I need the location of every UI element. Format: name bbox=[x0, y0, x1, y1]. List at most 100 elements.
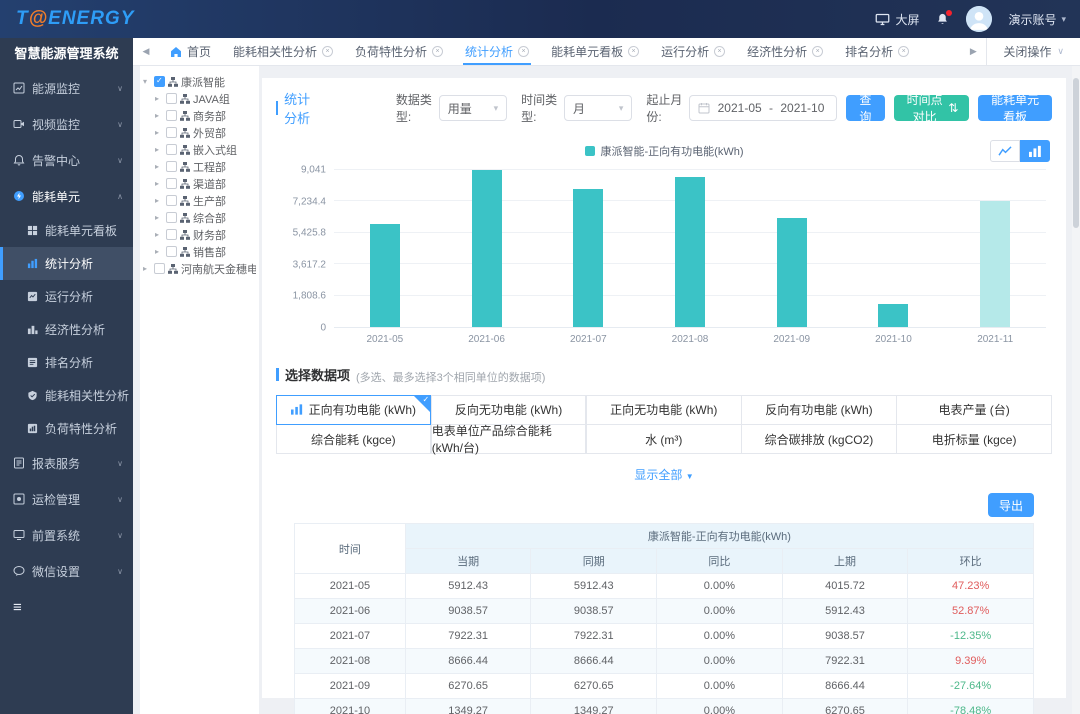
tile-comprehensive-energy[interactable]: 综合能耗 (kgce) bbox=[276, 424, 432, 454]
tree-expand-icon[interactable]: ▸ bbox=[143, 264, 151, 273]
sidebar-item-report-service[interactable]: 报表服务 ∨ bbox=[0, 445, 133, 481]
big-screen-button[interactable]: 大屏 bbox=[875, 11, 919, 28]
tile-reverse-active-energy[interactable]: 反向有功电能 (kWh) bbox=[741, 395, 897, 425]
sidebar-item-run-analysis[interactable]: 运行分析 bbox=[0, 280, 133, 313]
tab-unit-board[interactable]: 能耗单元看板× bbox=[540, 38, 650, 65]
tree-node[interactable]: ▸生产部 bbox=[143, 192, 256, 209]
tab-run-analysis[interactable]: 运行分析× bbox=[650, 38, 736, 65]
tree-node[interactable]: ▸销售部 bbox=[143, 243, 256, 260]
tile-electric-standard[interactable]: 电折标量 (kgce) bbox=[896, 424, 1052, 454]
tree-expand-icon[interactable]: ▸ bbox=[155, 145, 163, 154]
tab-correlation-analysis[interactable]: 能耗相关性分析× bbox=[222, 38, 344, 65]
query-button[interactable]: 查询 bbox=[846, 95, 885, 121]
sidebar-item-economic-analysis[interactable]: 经济性分析 bbox=[0, 313, 133, 346]
tab-home[interactable]: 首页 bbox=[159, 38, 222, 65]
tree-node[interactable]: ▸嵌入式组 bbox=[143, 141, 256, 158]
bar-2021-08[interactable] bbox=[675, 177, 705, 327]
close-operations-dropdown[interactable]: 关闭操作 ∨ bbox=[986, 38, 1080, 65]
tree-expand-icon[interactable]: ▸ bbox=[155, 111, 163, 120]
tile-reverse-reactive-energy[interactable]: 反向无功电能 (kWh) bbox=[431, 395, 587, 425]
show-all-link[interactable]: 显示全部 ▼ bbox=[276, 466, 1052, 483]
tree-expand-icon[interactable]: ▸ bbox=[155, 213, 163, 222]
month-range-picker[interactable]: 2021-05 - 2021-10 bbox=[689, 95, 836, 121]
close-icon[interactable]: × bbox=[432, 46, 443, 57]
tree-checkbox[interactable] bbox=[166, 127, 177, 138]
tree-checkbox[interactable] bbox=[166, 229, 177, 240]
tile-unit-product-energy[interactable]: 电表单位产品综合能耗 (kWh/台) bbox=[431, 424, 587, 454]
sidebar-collapse-button[interactable]: ≡ bbox=[0, 589, 133, 616]
tree-checkbox[interactable] bbox=[166, 246, 177, 257]
tile-forward-active-energy[interactable]: 正向有功电能 (kWh) ✓ bbox=[276, 395, 432, 425]
time-type-select[interactable]: 月 ▾ bbox=[564, 95, 632, 121]
close-icon[interactable]: × bbox=[714, 46, 725, 57]
tree-node[interactable]: ▸外贸部 bbox=[143, 124, 256, 141]
tree-expand-icon[interactable]: ▾ bbox=[143, 77, 151, 86]
sidebar-item-ranking-analysis[interactable]: 排名分析 bbox=[0, 346, 133, 379]
tile-forward-reactive-energy[interactable]: 正向无功电能 (kWh) bbox=[586, 395, 742, 425]
tree-checkbox[interactable] bbox=[166, 195, 177, 206]
vertical-scrollbar[interactable] bbox=[1072, 66, 1080, 714]
close-icon[interactable]: × bbox=[518, 46, 529, 57]
notifications-button[interactable] bbox=[935, 12, 950, 27]
tab-load-analysis[interactable]: 负荷特性分析× bbox=[344, 38, 454, 65]
unit-board-button[interactable]: 能耗单元看板 bbox=[978, 95, 1052, 121]
tree-node[interactable]: ▸商务部 bbox=[143, 107, 256, 124]
time-compare-button[interactable]: 时间点对比 ⇅ bbox=[894, 95, 969, 121]
tree-node-root2[interactable]: ▸ 河南航天金穗电子有 bbox=[143, 260, 256, 277]
close-icon[interactable]: × bbox=[322, 46, 333, 57]
tree-expand-icon[interactable]: ▸ bbox=[155, 196, 163, 205]
sidebar-item-load-analysis[interactable]: 负荷特性分析 bbox=[0, 412, 133, 445]
sidebar-item-front-system[interactable]: 前置系统 ∨ bbox=[0, 517, 133, 553]
scrollbar-thumb[interactable] bbox=[1073, 78, 1079, 228]
range-start-value[interactable]: 2021-05 bbox=[714, 101, 765, 115]
bar-2021-11[interactable] bbox=[980, 201, 1010, 327]
tab-statistic-analysis[interactable]: 统计分析× bbox=[454, 38, 540, 65]
chart-legend[interactable]: 康派智能-正向有功电能(kWh) bbox=[276, 143, 1052, 159]
tile-meter-output[interactable]: 电表产量 (台) bbox=[896, 395, 1052, 425]
tile-carbon-emission[interactable]: 综合碳排放 (kgCO2) bbox=[741, 424, 897, 454]
close-icon[interactable]: × bbox=[898, 46, 909, 57]
sidebar-item-correlation-analysis[interactable]: 能耗相关性分析 bbox=[0, 379, 133, 412]
tree-checkbox[interactable] bbox=[154, 76, 165, 87]
sidebar-item-maintenance[interactable]: 运检管理 ∨ bbox=[0, 481, 133, 517]
tabs-scroll-right-button[interactable]: ▶ bbox=[960, 38, 986, 65]
bar-2021-09[interactable] bbox=[777, 218, 807, 327]
tree-expand-icon[interactable]: ▸ bbox=[155, 162, 163, 171]
bar-2021-07[interactable] bbox=[573, 189, 603, 327]
sidebar-item-unit-board[interactable]: 能耗单元看板 bbox=[0, 214, 133, 247]
avatar[interactable] bbox=[966, 6, 992, 32]
tab-ranking-analysis[interactable]: 排名分析× bbox=[834, 38, 920, 65]
close-icon[interactable]: × bbox=[812, 46, 823, 57]
tree-expand-icon[interactable]: ▸ bbox=[155, 94, 163, 103]
sidebar-item-statistic-analysis[interactable]: 统计分析 bbox=[0, 247, 133, 280]
bar-chart-toggle-button[interactable] bbox=[1020, 140, 1050, 162]
export-button[interactable]: 导出 bbox=[988, 493, 1034, 517]
bar-2021-06[interactable] bbox=[472, 170, 502, 327]
tile-water[interactable]: 水 (m³) bbox=[586, 424, 742, 454]
tree-expand-icon[interactable]: ▸ bbox=[155, 247, 163, 256]
line-chart-toggle-button[interactable] bbox=[990, 140, 1020, 162]
tree-node[interactable]: ▸综合部 bbox=[143, 209, 256, 226]
tree-node[interactable]: ▸渠道部 bbox=[143, 175, 256, 192]
range-end-value[interactable]: 2021-10 bbox=[777, 101, 828, 115]
close-icon[interactable]: × bbox=[628, 46, 639, 57]
tab-economic-analysis[interactable]: 经济性分析× bbox=[736, 38, 834, 65]
tree-checkbox[interactable] bbox=[166, 161, 177, 172]
sidebar-item-energy-monitor[interactable]: 能源监控 ∨ bbox=[0, 70, 133, 106]
tree-node[interactable]: ▸JAVA组 bbox=[143, 90, 256, 107]
data-type-select[interactable]: 用量 ▾ bbox=[439, 95, 507, 121]
sidebar-item-energy-unit[interactable]: 能耗单元 ∧ bbox=[0, 178, 133, 214]
tree-node-root[interactable]: ▾ 康派智能 bbox=[143, 73, 256, 90]
tree-checkbox[interactable] bbox=[166, 93, 177, 104]
sidebar-item-video-monitor[interactable]: 视频监控 ∨ bbox=[0, 106, 133, 142]
tabs-scroll-left-button[interactable]: ◀ bbox=[133, 38, 159, 65]
sidebar-item-wechat-settings[interactable]: 微信设置 ∨ bbox=[0, 553, 133, 589]
tree-checkbox[interactable] bbox=[166, 110, 177, 121]
tree-node[interactable]: ▸财务部 bbox=[143, 226, 256, 243]
bar-2021-10[interactable] bbox=[878, 304, 908, 327]
tree-expand-icon[interactable]: ▸ bbox=[155, 230, 163, 239]
tree-expand-icon[interactable]: ▸ bbox=[155, 179, 163, 188]
sidebar-item-alarm-center[interactable]: 告警中心 ∨ bbox=[0, 142, 133, 178]
tree-checkbox[interactable] bbox=[154, 263, 165, 274]
tree-checkbox[interactable] bbox=[166, 144, 177, 155]
